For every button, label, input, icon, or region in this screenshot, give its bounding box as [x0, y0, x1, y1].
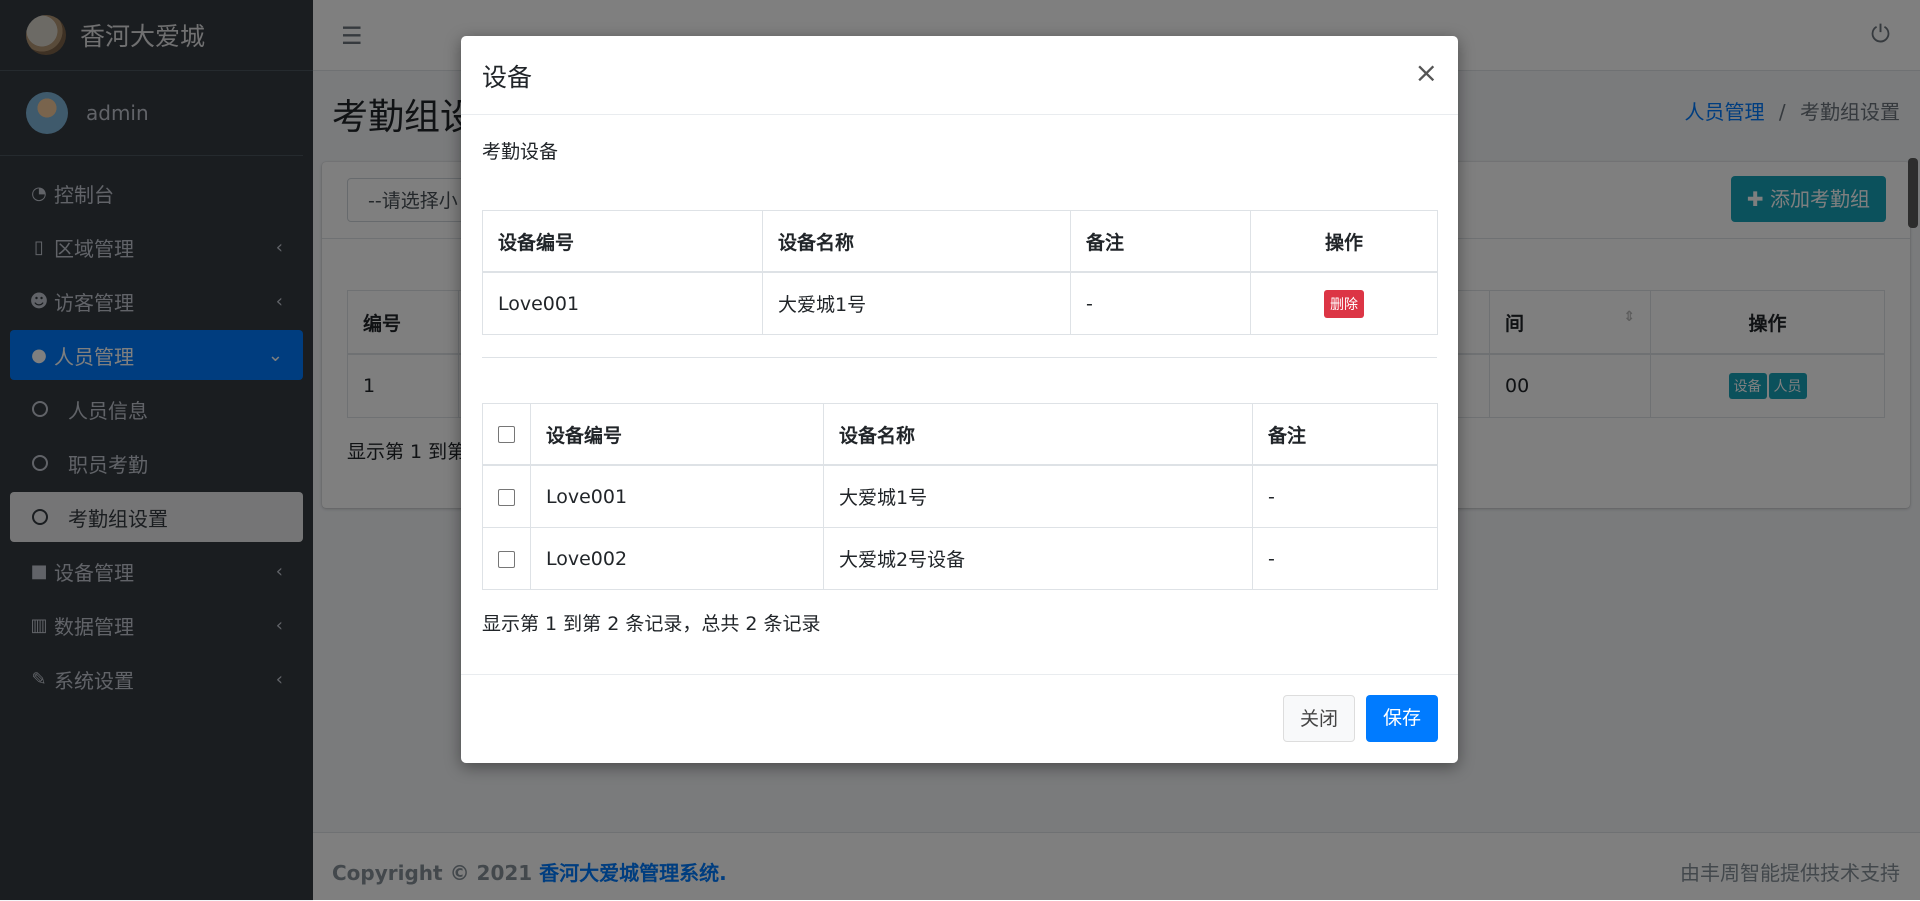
- cell-name: 大爱城2号设备: [823, 527, 1253, 590]
- row-checkbox[interactable]: [498, 550, 515, 568]
- select-all-cell: [482, 403, 531, 466]
- checkbox-cell: [482, 464, 531, 528]
- assigned-devices-table: 设备编号 设备名称 备注 操作 Love001 大爱城1号 - 删除: [482, 210, 1438, 335]
- cell-name: 大爱城1号: [762, 271, 1071, 335]
- table-row: Love002 大爱城2号设备 -: [482, 527, 1438, 590]
- table-row: Love001 大爱城1号 - 删除: [482, 271, 1438, 335]
- cell-code: Love001: [482, 271, 763, 335]
- save-button[interactable]: 保存: [1366, 695, 1438, 742]
- cell-action: 删除: [1250, 271, 1438, 335]
- column-header: 备注: [1070, 210, 1251, 273]
- modal-footer: 关闭 保存: [461, 674, 1458, 763]
- delete-button[interactable]: 删除: [1324, 289, 1364, 318]
- column-header: 备注: [1252, 403, 1438, 466]
- close-button[interactable]: 关闭: [1283, 695, 1355, 742]
- cell-code: Love001: [530, 464, 824, 528]
- close-icon[interactable]: ×: [1415, 56, 1438, 89]
- available-devices-table: 设备编号 设备名称 备注 Love001 大爱城1号 - Love002 大爱城…: [482, 403, 1438, 590]
- pagination-info: 显示第 1 到第 2 条记录，总共 2 条记录: [482, 613, 821, 635]
- cell-remark: -: [1252, 464, 1438, 528]
- column-header: 设备编号: [482, 210, 763, 273]
- column-header: 设备编号: [530, 403, 824, 466]
- checkbox-cell: [482, 527, 531, 590]
- cell-remark: -: [1070, 271, 1251, 335]
- modal-title: 设备: [482, 63, 533, 92]
- column-header: 设备名称: [823, 403, 1253, 466]
- row-checkbox[interactable]: [498, 488, 515, 506]
- cell-remark: -: [1252, 527, 1438, 590]
- column-header: 操作: [1250, 210, 1438, 273]
- table-row: Love001 大爱城1号 -: [482, 464, 1438, 528]
- cell-code: Love002: [530, 527, 824, 590]
- modal-header: 设备 ×: [461, 36, 1458, 115]
- section-divider: [482, 357, 1437, 358]
- cell-name: 大爱城1号: [823, 464, 1253, 528]
- section-label: 考勤设备: [482, 141, 559, 163]
- select-all-checkbox[interactable]: [498, 426, 515, 443]
- column-header: 设备名称: [762, 210, 1071, 273]
- device-modal: 设备 × 考勤设备 设备编号 设备名称 备注 操作 Love001 大爱城1号 …: [461, 36, 1458, 763]
